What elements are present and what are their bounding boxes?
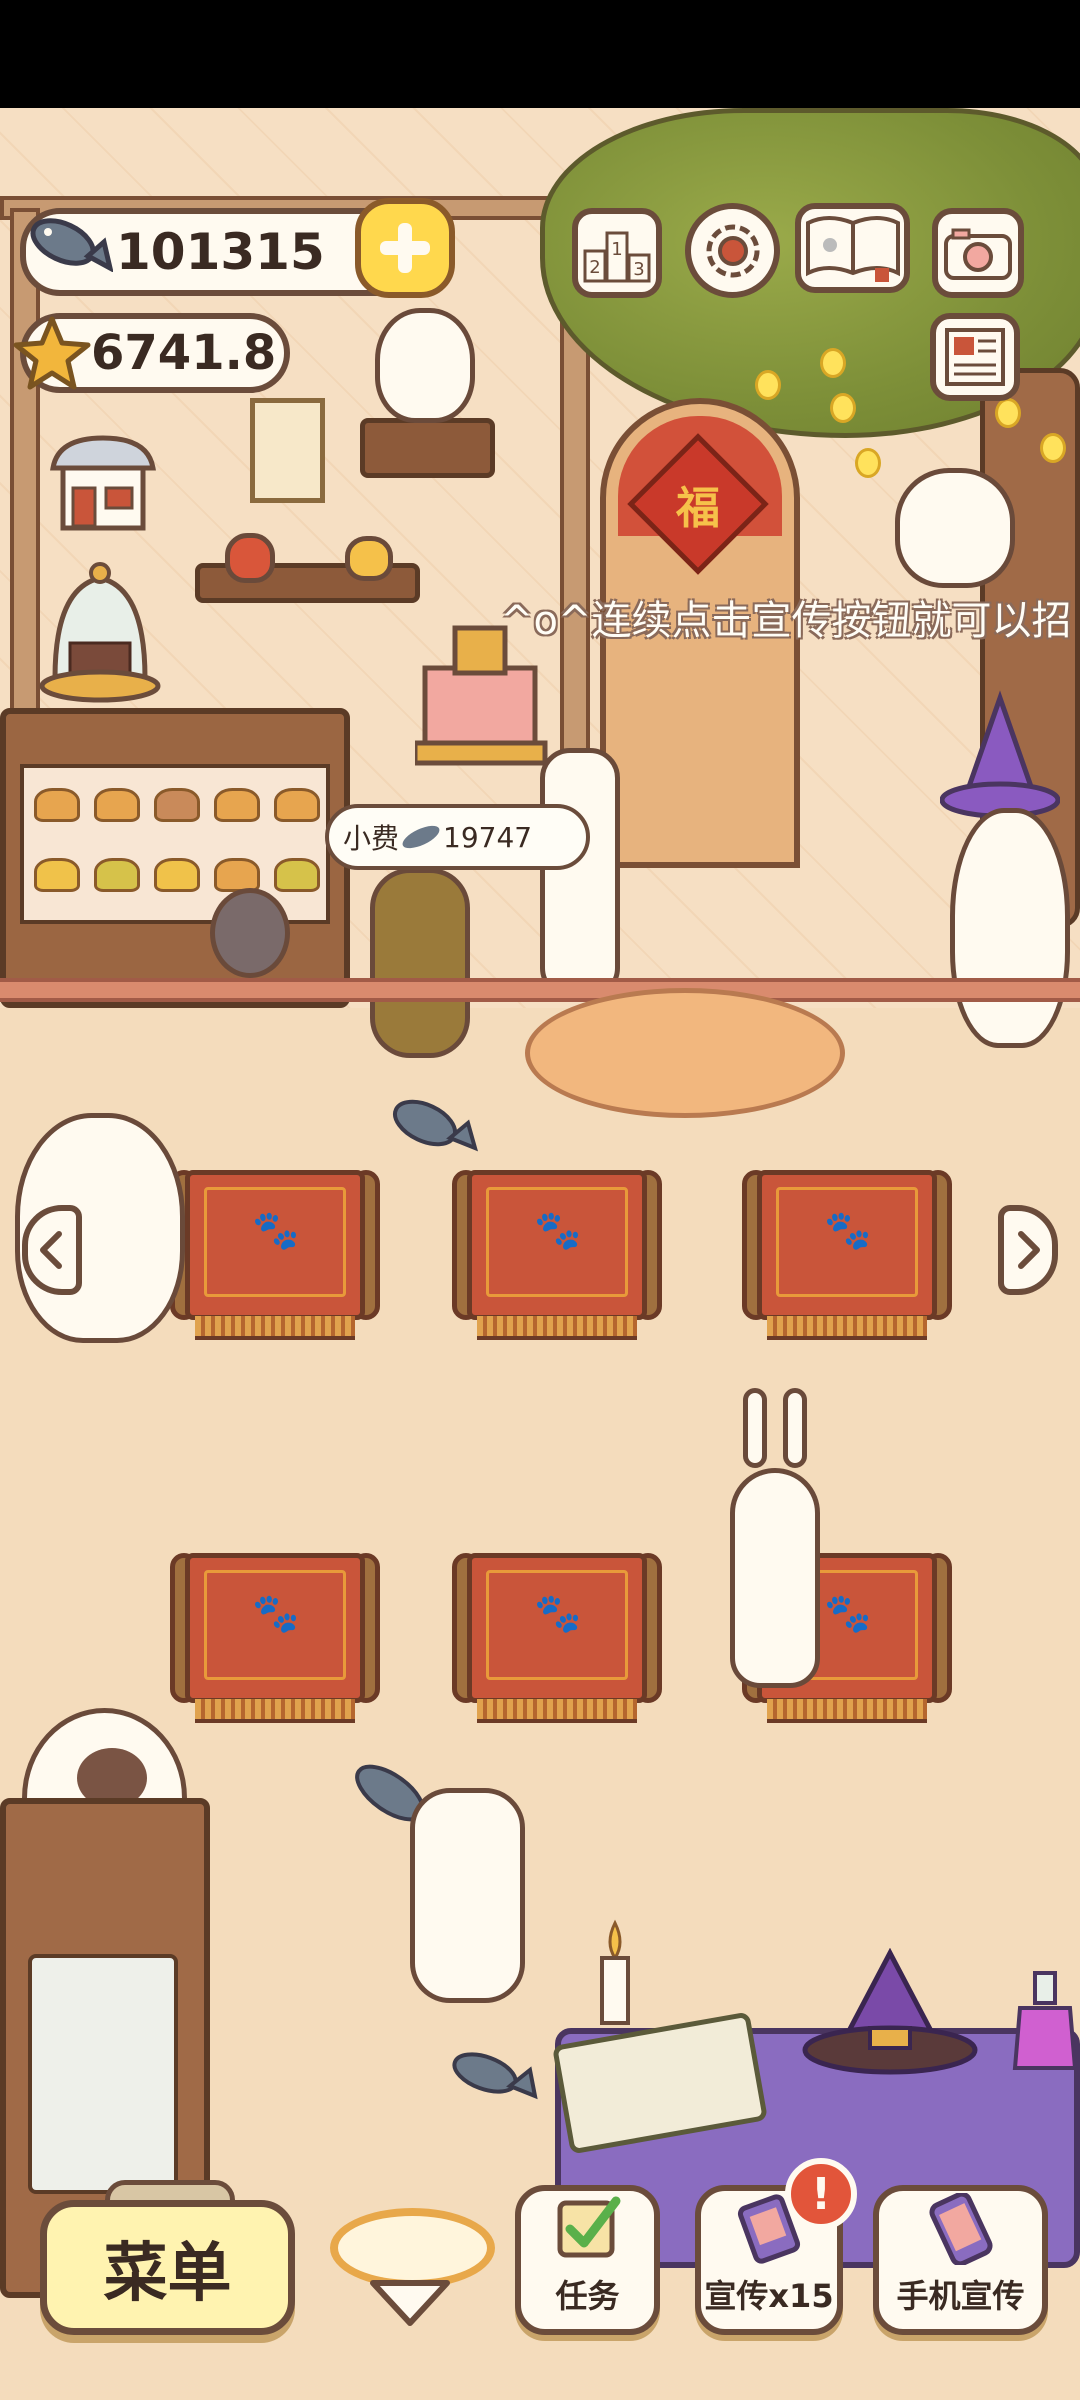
tip-label: 小费 (343, 822, 400, 855)
add-fish-button[interactable] (355, 198, 455, 298)
cafe-scene: 福 小费 19747 ^o^连续点击宣传按钮就可以招 🐾 🐾 🐾 🐾 🐾 🐾 (0, 108, 1080, 2400)
ostrich-customer (210, 888, 290, 978)
star-count: 6741.8 (91, 325, 277, 381)
potion-icon (1012, 1971, 1078, 2070)
hint-text: ^o^连续点击宣传按钮就可以招 (500, 598, 1072, 644)
svg-text:3: 3 (633, 259, 644, 280)
newspaper-icon (945, 328, 1005, 386)
daruma-doll (225, 533, 275, 583)
phone-promote-label: 手机宣传 (896, 2277, 1025, 2315)
svg-text:1: 1 (611, 239, 622, 260)
settings-button[interactable] (685, 203, 780, 298)
table[interactable]: 🐾 (452, 1170, 662, 1340)
ranking-icon: 2 1 3 (583, 231, 651, 283)
corgi-customer (410, 1788, 525, 2003)
tip-bubble[interactable]: 小费 19747 (325, 804, 590, 870)
cabinet-glass (28, 1954, 178, 2194)
rabbit-customer (730, 1388, 820, 1688)
paw-book-icon (805, 216, 900, 282)
promote-label: 宣传x15 (704, 2277, 834, 2315)
svg-text:2: 2 (589, 257, 600, 278)
paw-icon: 🐾 (534, 1208, 582, 1252)
camera-button[interactable] (932, 208, 1024, 298)
cake-dome-icon (39, 562, 161, 703)
wall-shelf (360, 418, 495, 478)
paw-icon: 🐾 (534, 1591, 582, 1635)
witch-hat-icon (940, 690, 1060, 819)
newspaper-button[interactable] (930, 313, 1020, 401)
candle-icon (600, 1919, 630, 2025)
star-icon (13, 316, 91, 390)
witch-hat-icon (802, 1948, 978, 2075)
fish-icon (30, 218, 113, 272)
fu-sign-text: 福 (676, 483, 720, 534)
status-bar (0, 0, 1080, 108)
chevron-right-icon (1018, 1231, 1040, 1269)
chevron-down-icon[interactable] (365, 2275, 455, 2331)
floor-border (0, 978, 1080, 1002)
lucky-cat (375, 308, 475, 423)
horse-customer (540, 748, 620, 998)
camera-icon (944, 228, 1012, 280)
witch-cat (950, 808, 1070, 1048)
fish-count: 101315 (116, 223, 325, 281)
promote-alert-badge: ! (785, 2158, 857, 2230)
phone-promote-button[interactable]: 手机宣传 (873, 2185, 1048, 2335)
ranking-button[interactable]: 2 1 3 (572, 208, 662, 298)
album-button[interactable] (795, 203, 910, 293)
paw-icon: 🐾 (824, 1591, 872, 1635)
shop-icon[interactable] (48, 433, 158, 533)
gear-icon (706, 224, 759, 277)
pastry-display (20, 764, 330, 924)
table[interactable]: 🐾 (170, 1553, 380, 1723)
tasks-button[interactable]: 任务 (515, 2185, 660, 2335)
chevron-left-icon (40, 1231, 62, 1269)
menu-label: 菜单 (103, 2236, 232, 2311)
fish-icon (399, 821, 443, 853)
table[interactable]: 🐾 (452, 1553, 662, 1723)
paw-icon: 🐾 (824, 1208, 872, 1252)
pastry-counter (0, 708, 350, 1008)
table[interactable]: 🐾 (742, 1170, 952, 1340)
fish-icon[interactable] (440, 2038, 540, 2108)
cat-rug (525, 988, 845, 1118)
tasks-label: 任务 (555, 2277, 620, 2315)
fish-icon[interactable] (380, 1088, 480, 1158)
paw-icon: 🐾 (252, 1591, 300, 1635)
calico-cat-on-tree (895, 468, 1015, 588)
checklist-icon (557, 2196, 620, 2258)
certificate-frame (250, 398, 325, 503)
daruma-doll (345, 536, 393, 581)
phone-icon (928, 2193, 993, 2265)
tip-amount: 19747 (443, 820, 533, 854)
paw-icon: 🐾 (252, 1208, 300, 1252)
table[interactable]: 🐾 (170, 1170, 380, 1340)
dog-waiter (370, 868, 470, 1058)
menu-button[interactable]: 菜单 (40, 2200, 295, 2335)
